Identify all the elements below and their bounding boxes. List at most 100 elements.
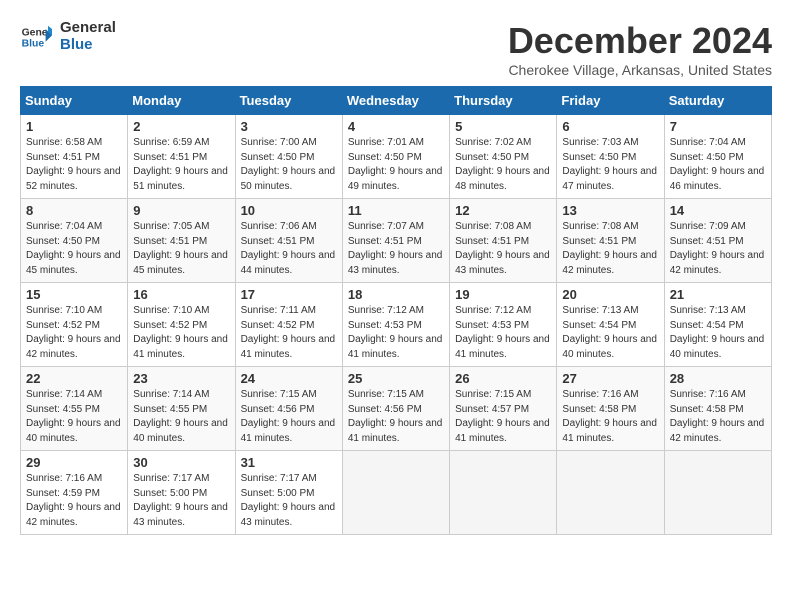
calendar-cell: 26 Sunrise: 7:15 AMSunset: 4:57 PMDayligh… — [450, 367, 557, 451]
day-number: 1 — [26, 119, 122, 134]
day-info: Sunrise: 7:15 AMSunset: 4:56 PMDaylight:… — [241, 388, 337, 446]
day-info: Sunrise: 7:04 AMSunset: 4:50 PMDaylight:… — [670, 136, 766, 194]
day-info: Sunrise: 7:14 AMSunset: 4:55 PMDaylight:… — [133, 388, 229, 446]
calendar-cell: 21 Sunrise: 7:13 AMSunset: 4:54 PMDayligh… — [664, 283, 771, 367]
calendar-cell: 11 Sunrise: 7:07 AMSunset: 4:51 PMDayligh… — [342, 199, 449, 283]
calendar-week-3: 15Sunrise: 7:10 AMSunset: 4:52 PMDayligh… — [21, 283, 772, 367]
calendar-cell: 19 Sunrise: 7:12 AMSunset: 4:53 PMDayligh… — [450, 283, 557, 367]
day-info: Sunrise: 7:15 AMSunset: 4:57 PMDaylight:… — [455, 388, 551, 446]
calendar-cell: 16 Sunrise: 7:10 AMSunset: 4:52 PMDayligh… — [128, 283, 235, 367]
day-number: 24 — [241, 371, 337, 386]
day-number: 27 — [562, 371, 658, 386]
calendar-cell: 31 Sunrise: 7:17 AMSunset: 5:00 PMDayligh… — [235, 451, 342, 535]
day-number: 2 — [133, 119, 229, 134]
calendar-cell: 15Sunrise: 7:10 AMSunset: 4:52 PMDayligh… — [21, 283, 128, 367]
calendar-cell: 30 Sunrise: 7:17 AMSunset: 5:00 PMDayligh… — [128, 451, 235, 535]
logo-icon: General Blue — [20, 21, 52, 53]
calendar-cell: 18Sunrise: 7:12 AMSunset: 4:53 PMDayligh… — [342, 283, 449, 367]
day-info: Sunrise: 6:58 AMSunset: 4:51 PMDaylight:… — [26, 136, 122, 194]
svg-text:Blue: Blue — [22, 38, 45, 49]
day-number: 12 — [455, 203, 551, 218]
day-info: Sunrise: 7:05 AMSunset: 4:51 PMDaylight:… — [133, 220, 229, 278]
day-info: Sunrise: 7:12 AMSunset: 4:53 PMDaylight:… — [348, 304, 444, 362]
calendar-cell — [342, 451, 449, 535]
calendar-body: 1 Sunrise: 6:58 AMSunset: 4:51 PMDaylight… — [21, 115, 772, 535]
day-number: 6 — [562, 119, 658, 134]
day-info: Sunrise: 7:06 AMSunset: 4:51 PMDaylight:… — [241, 220, 337, 278]
day-info: Sunrise: 7:08 AMSunset: 4:51 PMDaylight:… — [562, 220, 658, 278]
calendar-cell: 4Sunrise: 7:01 AMSunset: 4:50 PMDaylight… — [342, 115, 449, 199]
day-number: 14 — [670, 203, 766, 218]
calendar-cell: 10 Sunrise: 7:06 AMSunset: 4:51 PMDayligh… — [235, 199, 342, 283]
day-number: 16 — [133, 287, 229, 302]
day-number: 11 — [348, 203, 444, 218]
day-number: 31 — [241, 455, 337, 470]
day-info: Sunrise: 7:02 AMSunset: 4:50 PMDaylight:… — [455, 136, 551, 194]
day-number: 10 — [241, 203, 337, 218]
day-number: 30 — [133, 455, 229, 470]
day-number: 7 — [670, 119, 766, 134]
day-info: Sunrise: 7:13 AMSunset: 4:54 PMDaylight:… — [670, 304, 766, 362]
calendar-cell: 12 Sunrise: 7:08 AMSunset: 4:51 PMDayligh… — [450, 199, 557, 283]
day-number: 28 — [670, 371, 766, 386]
calendar-cell: 22Sunrise: 7:14 AMSunset: 4:55 PMDayligh… — [21, 367, 128, 451]
header-cell-thursday: Thursday — [450, 87, 557, 115]
month-title: December 2024 — [508, 20, 772, 62]
calendar-cell: 17 Sunrise: 7:11 AMSunset: 4:52 PMDayligh… — [235, 283, 342, 367]
location-title: Cherokee Village, Arkansas, United State… — [508, 62, 772, 78]
day-info: Sunrise: 7:01 AMSunset: 4:50 PMDaylight:… — [348, 136, 444, 194]
calendar-cell — [557, 451, 664, 535]
day-info: Sunrise: 7:16 AMSunset: 4:59 PMDaylight:… — [26, 472, 122, 530]
day-info: Sunrise: 7:15 AMSunset: 4:56 PMDaylight:… — [348, 388, 444, 446]
day-number: 13 — [562, 203, 658, 218]
calendar-cell: 20 Sunrise: 7:13 AMSunset: 4:54 PMDayligh… — [557, 283, 664, 367]
day-number: 21 — [670, 287, 766, 302]
day-info: Sunrise: 7:10 AMSunset: 4:52 PMDaylight:… — [26, 304, 122, 362]
day-info: Sunrise: 7:17 AMSunset: 5:00 PMDaylight:… — [241, 472, 337, 530]
day-number: 23 — [133, 371, 229, 386]
calendar-cell: 7 Sunrise: 7:04 AMSunset: 4:50 PMDaylight… — [664, 115, 771, 199]
day-info: Sunrise: 7:13 AMSunset: 4:54 PMDaylight:… — [562, 304, 658, 362]
calendar-cell — [664, 451, 771, 535]
header-cell-tuesday: Tuesday — [235, 87, 342, 115]
logo-blue: Blue — [60, 37, 116, 54]
day-number: 29 — [26, 455, 122, 470]
day-number: 26 — [455, 371, 551, 386]
calendar-cell: 25Sunrise: 7:15 AMSunset: 4:56 PMDayligh… — [342, 367, 449, 451]
calendar-cell: 2Sunrise: 6:59 AMSunset: 4:51 PMDaylight… — [128, 115, 235, 199]
calendar-cell — [450, 451, 557, 535]
calendar-week-1: 1 Sunrise: 6:58 AMSunset: 4:51 PMDaylight… — [21, 115, 772, 199]
day-info: Sunrise: 7:03 AMSunset: 4:50 PMDaylight:… — [562, 136, 658, 194]
day-number: 19 — [455, 287, 551, 302]
day-info: Sunrise: 7:16 AMSunset: 4:58 PMDaylight:… — [562, 388, 658, 446]
calendar-cell: 8Sunrise: 7:04 AMSunset: 4:50 PMDaylight… — [21, 199, 128, 283]
day-number: 3 — [241, 119, 337, 134]
day-info: Sunrise: 7:10 AMSunset: 4:52 PMDaylight:… — [133, 304, 229, 362]
calendar-cell: 29 Sunrise: 7:16 AMSunset: 4:59 PMDayligh… — [21, 451, 128, 535]
header-cell-friday: Friday — [557, 87, 664, 115]
day-number: 20 — [562, 287, 658, 302]
day-info: Sunrise: 7:17 AMSunset: 5:00 PMDaylight:… — [133, 472, 229, 530]
calendar-cell: 5 Sunrise: 7:02 AMSunset: 4:50 PMDaylight… — [450, 115, 557, 199]
calendar-cell: 23 Sunrise: 7:14 AMSunset: 4:55 PMDayligh… — [128, 367, 235, 451]
title-area: December 2024 Cherokee Village, Arkansas… — [508, 20, 772, 78]
header-row: SundayMondayTuesdayWednesdayThursdayFrid… — [21, 87, 772, 115]
day-info: Sunrise: 7:11 AMSunset: 4:52 PMDaylight:… — [241, 304, 337, 362]
day-number: 17 — [241, 287, 337, 302]
day-info: Sunrise: 7:07 AMSunset: 4:51 PMDaylight:… — [348, 220, 444, 278]
calendar-cell: 28Sunrise: 7:16 AMSunset: 4:58 PMDayligh… — [664, 367, 771, 451]
calendar-header: SundayMondayTuesdayWednesdayThursdayFrid… — [21, 87, 772, 115]
day-info: Sunrise: 7:08 AMSunset: 4:51 PMDaylight:… — [455, 220, 551, 278]
calendar-cell: 27 Sunrise: 7:16 AMSunset: 4:58 PMDayligh… — [557, 367, 664, 451]
day-info: Sunrise: 7:12 AMSunset: 4:53 PMDaylight:… — [455, 304, 551, 362]
day-number: 5 — [455, 119, 551, 134]
calendar-week-2: 8Sunrise: 7:04 AMSunset: 4:50 PMDaylight… — [21, 199, 772, 283]
calendar-cell: 9 Sunrise: 7:05 AMSunset: 4:51 PMDaylight… — [128, 199, 235, 283]
header-cell-monday: Monday — [128, 87, 235, 115]
calendar-cell: 24 Sunrise: 7:15 AMSunset: 4:56 PMDayligh… — [235, 367, 342, 451]
day-number: 9 — [133, 203, 229, 218]
day-number: 8 — [26, 203, 122, 218]
logo-general: General — [60, 20, 116, 37]
calendar-week-4: 22Sunrise: 7:14 AMSunset: 4:55 PMDayligh… — [21, 367, 772, 451]
day-info: Sunrise: 7:14 AMSunset: 4:55 PMDaylight:… — [26, 388, 122, 446]
